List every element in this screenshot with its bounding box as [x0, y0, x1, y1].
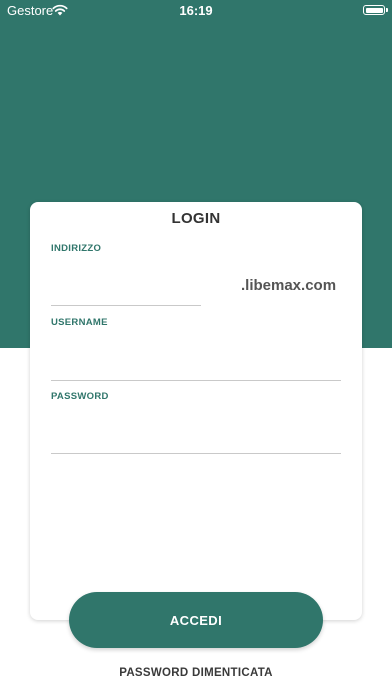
login-card: LOGIN INDIRIZZO .libemax.com USERNAME PA… [30, 202, 362, 620]
username-input[interactable] [51, 352, 341, 381]
forgot-password-link[interactable]: PASSWORD DIMENTICATA [0, 667, 392, 679]
battery-icon [363, 5, 388, 15]
username-label: USERNAME [51, 317, 108, 328]
password-label: PASSWORD [51, 391, 109, 402]
address-label: INDIRIZZO [51, 243, 102, 254]
login-title: LOGIN [171, 210, 221, 227]
password-input[interactable] [51, 425, 341, 454]
status-time: 16:19 [179, 3, 213, 18]
login-button[interactable]: ACCEDI [69, 592, 323, 648]
domain-suffix: .libemax.com [241, 277, 337, 294]
address-input[interactable] [51, 277, 201, 306]
status-bar: Gestore 16:19 [0, 0, 392, 22]
